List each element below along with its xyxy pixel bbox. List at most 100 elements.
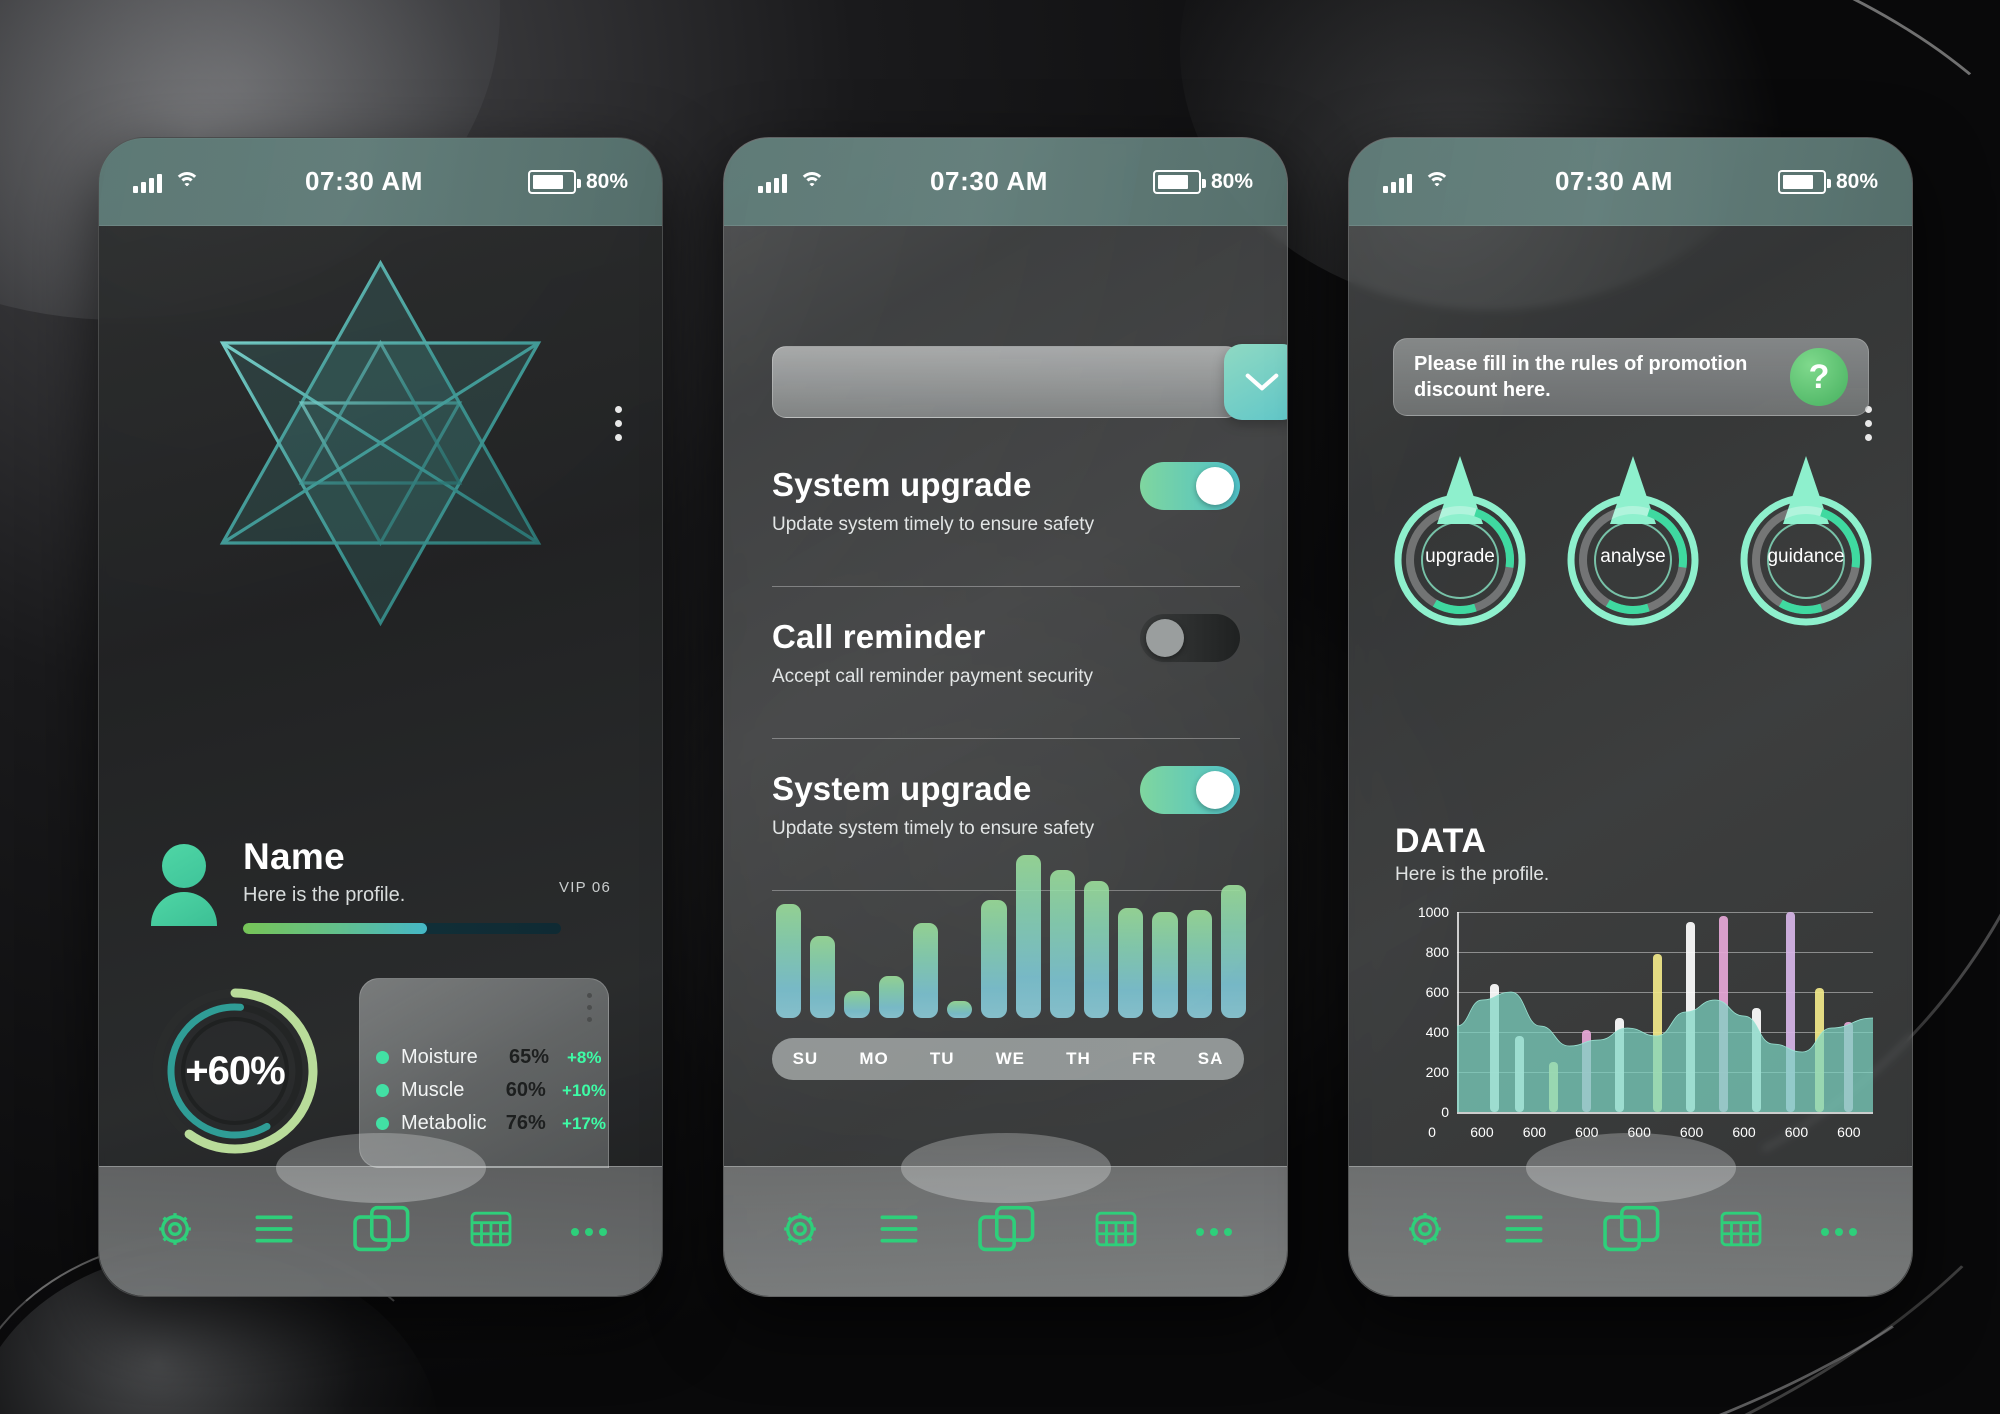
bullet-icon (376, 1051, 389, 1064)
status-bar-right: 80% (1152, 169, 1253, 194)
stat-delta: +10% (562, 1080, 606, 1100)
battery-percent: 80% (1210, 169, 1253, 193)
signal-bars-icon (758, 171, 787, 193)
bar-7 (1015, 854, 1041, 1018)
y-axis-label: 600 (1425, 984, 1449, 1000)
nav-windows-icon[interactable] (1602, 1205, 1661, 1258)
x-axis-label: 600 (1522, 1124, 1547, 1140)
data-section-subtitle: Here is the profile. (1395, 864, 1550, 885)
pin-ring-icon (1567, 456, 1699, 626)
pin-upgrade[interactable]: upgrade (1385, 450, 1535, 640)
x-axis-label: 600 (1837, 1124, 1861, 1140)
wifi-icon (174, 171, 200, 192)
search-input[interactable] (772, 346, 1240, 418)
x-axis-label: 600 (1732, 1124, 1756, 1140)
stats-list: Moisture 65% +8% Muscle 60% +10% Metabol… (376, 1041, 606, 1140)
day-th[interactable]: TH (1066, 1049, 1091, 1069)
weekly-bar-chart (776, 828, 1247, 1018)
bar-0 (776, 904, 802, 1018)
pin-label: upgrade (1425, 546, 1495, 567)
promo-banner: Please fill in the rules of promotion di… (1393, 338, 1869, 416)
pin-guidance[interactable]: guidance (1731, 450, 1881, 640)
nav-more-icon[interactable] (1820, 1227, 1857, 1236)
toggle-call-reminder[interactable] (1140, 614, 1240, 662)
bullet-icon (376, 1084, 389, 1097)
bar-6 (981, 900, 1007, 1018)
more-options-icon[interactable] (1865, 406, 1872, 441)
status-bar: 07:30 AM 80% (1349, 138, 1912, 226)
area-series (1457, 912, 1873, 1112)
nav-windows-icon[interactable] (352, 1205, 411, 1258)
promo-text: Please fill in the rules of promotion di… (1414, 352, 1748, 401)
status-bar-left (133, 171, 200, 193)
nav-menu-icon[interactable] (1504, 1212, 1544, 1251)
signal-bars-icon (1383, 171, 1412, 193)
nav-grid-icon[interactable] (1095, 1210, 1137, 1253)
stat-value: 76% (505, 1112, 546, 1134)
pin-analyse[interactable]: analyse (1558, 450, 1708, 640)
stat-label: Metabolic (401, 1112, 487, 1134)
gridline (1457, 1112, 1873, 1114)
x-axis-label: 600 (1470, 1124, 1494, 1140)
divider (772, 738, 1240, 739)
profile-progress-bar[interactable] (243, 923, 561, 934)
nav-windows-icon[interactable] (977, 1205, 1036, 1258)
toggle-system-upgrade-2[interactable] (1140, 766, 1240, 814)
bar-8 (1049, 869, 1075, 1018)
bar-1 (810, 936, 836, 1018)
donut-progress[interactable]: +60% (147, 983, 323, 1159)
stat-label: Moisture (401, 1046, 478, 1068)
table-row: Muscle 60% +10% (376, 1074, 606, 1107)
day-sa[interactable]: SA (1198, 1049, 1224, 1069)
more-options-icon[interactable] (615, 406, 622, 441)
setting-subtitle: Accept call reminder payment security (772, 666, 1094, 687)
profile-row: Name Here is the profile. VIP 06 (151, 838, 611, 951)
bar-2 (844, 991, 870, 1018)
dropdown-button[interactable] (1224, 344, 1287, 420)
bar-3 (878, 976, 904, 1018)
status-bar: 07:30 AM 80% (99, 138, 662, 226)
y-axis-label: 0 (1441, 1104, 1449, 1120)
battery-icon (1777, 169, 1831, 194)
donut-value: +60% (185, 1048, 285, 1093)
nav-gear-icon[interactable] (780, 1209, 820, 1254)
bar-11 (1152, 911, 1178, 1018)
nav-gear-icon[interactable] (155, 1209, 195, 1254)
day-su[interactable]: SU (793, 1049, 819, 1069)
nav-menu-icon[interactable] (254, 1212, 294, 1251)
nav-grid-icon[interactable] (470, 1210, 512, 1253)
wifi-icon (799, 171, 825, 192)
day-tu[interactable]: TU (930, 1049, 955, 1069)
divider (772, 586, 1240, 587)
bottom-nav (724, 1166, 1287, 1296)
nav-more-icon[interactable] (570, 1227, 607, 1236)
bar-10 (1118, 907, 1144, 1018)
status-bar-right: 80% (527, 169, 628, 194)
pin-ring-icon (1740, 456, 1872, 626)
setting-row-1[interactable]: Call reminder Accept call reminder payme… (772, 614, 1240, 688)
nav-gear-icon[interactable] (1405, 1209, 1445, 1254)
avatar (151, 844, 217, 926)
bar-12 (1186, 909, 1212, 1018)
nav-more-icon[interactable] (1195, 1227, 1232, 1236)
bottom-nav (99, 1166, 662, 1296)
pin-buttons: upgrade analyse guidance (1385, 450, 1881, 640)
chevron-down-icon (1245, 373, 1279, 391)
nav-grid-icon[interactable] (1720, 1210, 1762, 1253)
battery-icon (1152, 169, 1206, 194)
merkaba-star-tetrahedron-icon (219, 259, 541, 627)
day-we[interactable]: WE (996, 1049, 1025, 1069)
phone-screen-settings: 07:30 AM 80% System upgrade Update syste… (723, 137, 1288, 1297)
pin-ring-icon (1394, 456, 1526, 626)
more-options-icon[interactable] (587, 993, 592, 1022)
day-fr[interactable]: FR (1132, 1049, 1157, 1069)
toggle-system-upgrade-1[interactable] (1140, 462, 1240, 510)
day-mo[interactable]: MO (859, 1049, 888, 1069)
x-axis-label: 600 (1784, 1124, 1809, 1140)
nav-menu-icon[interactable] (879, 1212, 919, 1251)
setting-row-0[interactable]: System upgrade Update system timely to e… (772, 462, 1240, 536)
battery-percent: 80% (1835, 169, 1878, 193)
bar-9 (1083, 881, 1110, 1018)
day-selector[interactable]: SU MO TU WE TH FR SA (772, 1038, 1244, 1080)
help-button[interactable]: ? (1790, 348, 1848, 406)
